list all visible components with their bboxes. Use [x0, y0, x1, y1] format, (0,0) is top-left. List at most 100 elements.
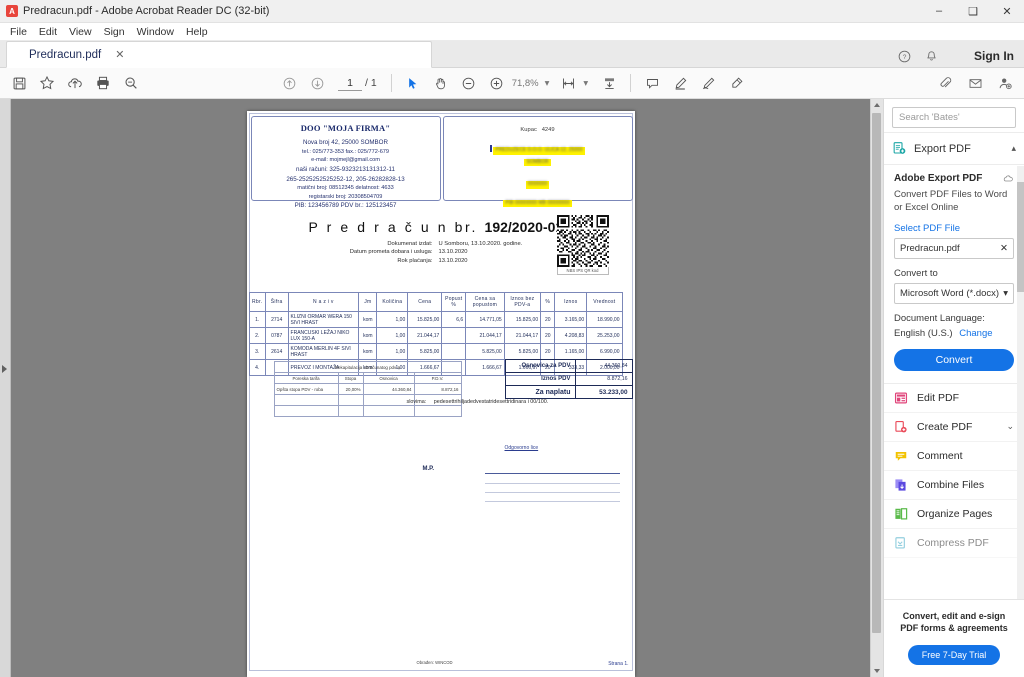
cell-naziv: FRANCUSKI LEŽAJ NIKO LUX 150-A — [287, 327, 360, 344]
maximize-button[interactable]: ❑ — [956, 0, 990, 22]
organize-pages-icon — [894, 507, 908, 521]
tool-organize-pages[interactable]: Organize Pages — [884, 500, 1024, 529]
menu-help[interactable]: Help — [180, 25, 214, 39]
convert-format-select[interactable]: Microsoft Word (*.docx) ▾ — [894, 282, 1014, 304]
qr-code-icon — [556, 215, 609, 267]
select-cursor-icon[interactable] — [400, 70, 426, 96]
toolbar-divider — [630, 74, 632, 92]
tool-combine-files[interactable]: Combine Files — [884, 471, 1024, 500]
page-up-icon[interactable] — [276, 70, 302, 96]
signature-caption: Odgovorno lice — [504, 445, 539, 451]
tool-create-pdf[interactable]: Create PDF ⌄ — [884, 413, 1024, 442]
chevron-down-icon[interactable]: ▾ — [545, 78, 550, 89]
recap-th-stopa: Stopa — [337, 372, 364, 384]
cell-jm: kom — [358, 343, 378, 360]
summary-value-total: 53.233,00 — [574, 385, 633, 399]
print-icon[interactable] — [90, 70, 116, 96]
highlight-text-icon[interactable] — [667, 70, 693, 96]
summary-value-base: 44.360,84 — [574, 359, 633, 373]
meta-row: Dokumenat izdat: U Somboru, 13.10.2020. … — [307, 241, 559, 247]
cell-cena: 21.044,17 — [407, 327, 443, 344]
close-icon[interactable]: ✕ — [115, 48, 124, 61]
tool-compress-pdf[interactable]: Compress PDF — [884, 529, 1024, 558]
select-pdf-file-link[interactable]: Select PDF File — [894, 223, 1014, 234]
pan-hand-icon[interactable] — [428, 70, 454, 96]
panel-scrollbar[interactable] — [1017, 166, 1024, 599]
upload-to-cloud-icon[interactable] — [62, 70, 88, 96]
panel-scrollbar-thumb[interactable] — [1017, 182, 1024, 292]
th-naziv: N a z i v — [287, 292, 360, 312]
left-navigation-rail[interactable] — [0, 99, 11, 677]
notification-bell-icon[interactable] — [925, 50, 938, 63]
sign-in-button[interactable]: Sign In — [974, 49, 1014, 63]
change-language-link[interactable]: Change — [959, 328, 992, 339]
recap-header-row: Poreska tarifa Stopa Osnovica P.D.V. — [273, 372, 462, 384]
menu-file[interactable]: File — [4, 25, 33, 39]
tool-edit-pdf[interactable]: Edit PDF — [884, 384, 1024, 413]
save-icon[interactable] — [6, 70, 32, 96]
add-to-favorites-icon[interactable] — [34, 70, 60, 96]
clear-x-icon[interactable]: ✕ — [1000, 243, 1008, 254]
document-vertical-scrollbar[interactable] — [870, 99, 883, 677]
expand-navigation-pane-icon[interactable] — [2, 365, 7, 373]
scroll-down-icon[interactable] — [874, 669, 880, 673]
zoom-in-icon[interactable] — [484, 70, 510, 96]
zoom-out-icon[interactable] — [456, 70, 482, 96]
page-down-icon[interactable] — [304, 70, 330, 96]
page-number-input[interactable] — [338, 75, 362, 91]
pdf-viewer[interactable]: DOO "MOJA FIRMA" Nova broj 42, 25000 SOM… — [11, 99, 870, 677]
free-trial-button[interactable]: Free 7-Day Trial — [908, 645, 1000, 665]
draw-freehand-icon[interactable] — [695, 70, 721, 96]
chevron-down-icon[interactable]: ▾ — [583, 78, 588, 89]
tab-document[interactable]: Predracun.pdf ✕ — [6, 41, 432, 68]
scroll-up-icon[interactable] — [874, 103, 880, 107]
customer-marker-icon — [490, 145, 493, 152]
tool-comment[interactable]: Comment — [884, 442, 1024, 471]
share-with-others-icon[interactable] — [992, 70, 1018, 96]
minimize-button[interactable]: – — [922, 0, 956, 22]
footer-processed-by: Obrađen: WINCOD — [416, 660, 453, 665]
table-header-row: Rbr. Šifra N a z i v Jm Količina Cena Po… — [248, 292, 623, 312]
email-icon[interactable] — [962, 70, 988, 96]
search-input[interactable]: Search 'Bates' — [892, 107, 1016, 128]
menu-edit[interactable]: Edit — [33, 25, 63, 39]
fill-and-sign-icon[interactable] — [723, 70, 749, 96]
export-pdf-section-header[interactable]: Export PDF ▴ — [884, 132, 1024, 165]
cell-rbr: 1. — [248, 311, 266, 328]
signature-line-1 — [484, 473, 620, 474]
document-title-word: P r e d r a č u n — [308, 219, 449, 235]
convert-button[interactable]: Convert — [894, 348, 1014, 371]
window-title-bar: A Predracun.pdf - Adobe Acrobat Reader D… — [0, 0, 1024, 23]
th-vrednost: Vrednost — [586, 292, 623, 312]
attachment-icon[interactable] — [932, 70, 958, 96]
close-button[interactable]: ✕ — [990, 0, 1024, 22]
selected-file-field[interactable]: Predracun.pdf ✕ — [894, 237, 1014, 259]
question-circle-icon[interactable]: ? — [898, 50, 911, 63]
chevron-down-icon[interactable]: ⌄ — [1006, 421, 1014, 432]
th-popust: Popust % — [441, 292, 467, 312]
cell-cena-popust: 14.771,05 — [465, 311, 505, 328]
zoom-level-value[interactable]: 71,8% — [512, 78, 539, 89]
menu-sign[interactable]: Sign — [98, 25, 131, 39]
tools-list: Edit PDF Create PDF ⌄ Comment Combine Fi… — [884, 382, 1024, 558]
menu-view[interactable]: View — [63, 25, 98, 39]
search-icon[interactable] — [118, 70, 144, 96]
fit-page-icon[interactable] — [555, 70, 581, 96]
acrobat-icon: A — [6, 5, 18, 17]
company-accounts-1: naši računi: 325-9323213131312-11 — [296, 165, 395, 173]
add-comment-icon[interactable] — [639, 70, 665, 96]
company-email: e-mail: mojmejl@gmail.com — [311, 157, 380, 164]
menu-window[interactable]: Window — [131, 25, 180, 39]
scroll-mode-icon[interactable] — [596, 70, 622, 96]
document-language-value: English (U.S.) — [894, 327, 953, 339]
comment-icon — [894, 449, 908, 463]
chevron-up-icon[interactable]: ▴ — [1011, 143, 1016, 154]
scrollbar-thumb[interactable] — [872, 113, 881, 633]
document-number: 192/2020-01 — [484, 219, 564, 235]
meta-value: 13.10.2020 — [438, 249, 468, 256]
cell-cena: 15.825,00 — [407, 311, 443, 328]
table-row: 3. 2614 KOMODA MERLIN 4F SIVI HRAST kom … — [248, 343, 623, 360]
summary-label-base: Osnovica za PDV — [504, 359, 576, 373]
cell-vrednost: 25.253,00 — [586, 327, 623, 344]
tab-document-label: Predracun.pdf — [29, 48, 102, 61]
